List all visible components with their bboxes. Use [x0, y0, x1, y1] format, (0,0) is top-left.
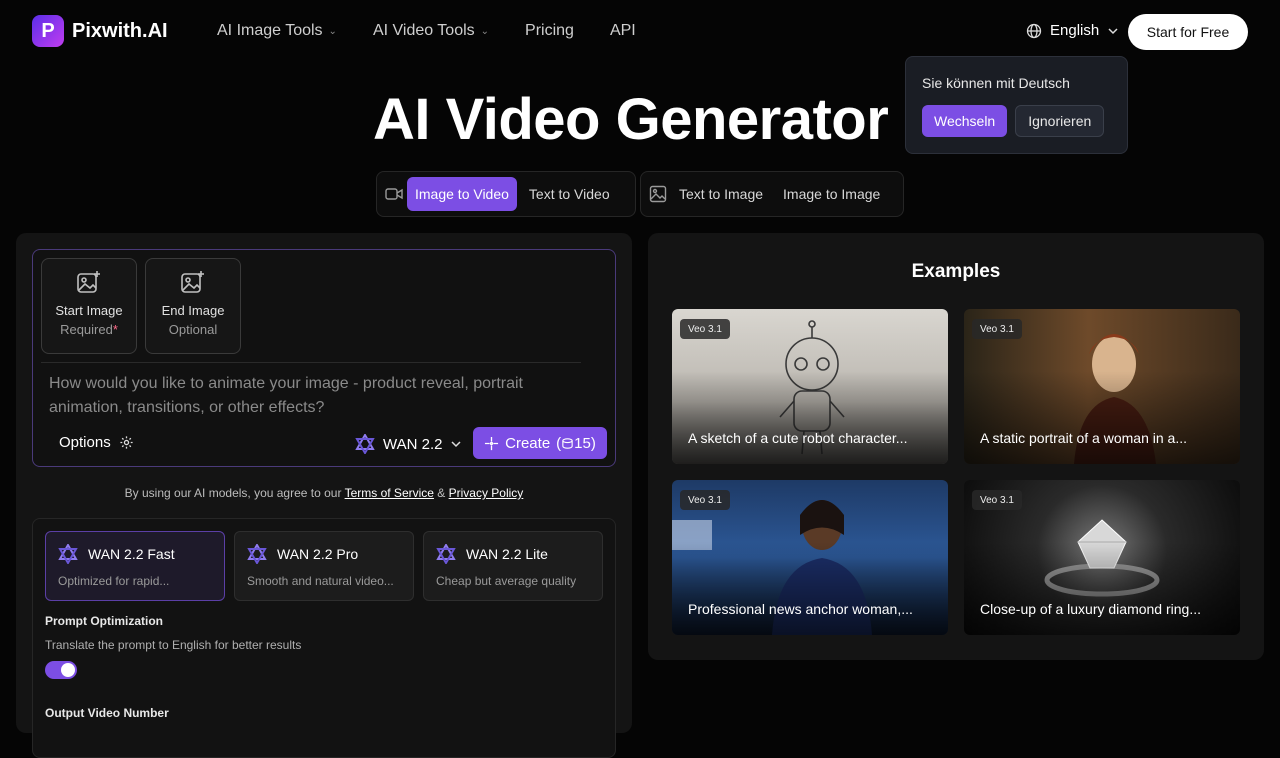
- start-image-title: Start Image: [55, 303, 123, 318]
- image-add-icon: [42, 269, 136, 295]
- privacy-policy-link[interactable]: Privacy Policy: [449, 486, 524, 500]
- example-card[interactable]: Veo 3.1 A static portrait of a woman in …: [964, 309, 1240, 464]
- model-card-wan-lite[interactable]: WAN 2.2 Lite Cheap but average quality: [423, 531, 603, 601]
- popup-message: Sie können mit Deutsch: [922, 75, 1070, 91]
- tab-image-to-image[interactable]: Image to Image: [775, 177, 888, 211]
- divider: [41, 362, 581, 363]
- chevron-down-icon: [451, 441, 461, 448]
- nav-api[interactable]: API: [610, 22, 636, 40]
- terms-notice: By using our AI models, you agree to our…: [124, 486, 524, 500]
- model-badge: Veo 3.1: [972, 319, 1022, 339]
- nav-pricing[interactable]: Pricing: [525, 22, 574, 40]
- tab-text-to-video[interactable]: Text to Video: [521, 177, 618, 211]
- image-shade: [964, 542, 1240, 635]
- ignore-language-button[interactable]: Ignorieren: [1015, 105, 1105, 137]
- brand-name: Pixwith.AI: [72, 19, 168, 42]
- model-badge: Veo 3.1: [680, 490, 730, 510]
- language-label: English: [1050, 22, 1100, 39]
- wan-logo-icon: [58, 544, 78, 564]
- options-button[interactable]: Options: [59, 434, 134, 451]
- start-for-free-button[interactable]: Start for Free: [1128, 14, 1248, 50]
- image-icon: [649, 185, 667, 203]
- gear-icon: [120, 436, 133, 449]
- nav-ai-image-tools[interactable]: AI Image Tools ⌄: [217, 22, 337, 40]
- model-desc: Smooth and natural video...: [247, 574, 394, 588]
- image-mode-tabs: Text to Image Image to Image: [640, 171, 904, 217]
- chevron-down-icon: ⌄: [328, 25, 337, 37]
- coins-icon: [562, 437, 573, 449]
- create-button[interactable]: Create (15): [473, 427, 607, 459]
- image-shade: [672, 542, 948, 635]
- prompt-optimization-title: Prompt Optimization: [45, 614, 163, 628]
- nav-link-label: API: [609, 22, 636, 39]
- prompt-optimization-toggle[interactable]: [45, 661, 77, 679]
- image-add-icon: [146, 269, 240, 295]
- nav-link-label: Pricing: [525, 22, 574, 39]
- model-badge: Veo 3.1: [680, 319, 730, 339]
- start-image-sub: Required*: [60, 322, 118, 337]
- language-selector[interactable]: English: [1026, 22, 1119, 39]
- example-caption: Close-up of a luxury diamond ring...: [980, 601, 1201, 617]
- logo-icon: P: [32, 15, 64, 47]
- tab-image-to-video[interactable]: Image to Video: [407, 177, 517, 211]
- nav-ai-video-tools[interactable]: AI Video Tools ⌄: [373, 22, 489, 40]
- end-image-sub: Optional: [168, 322, 218, 337]
- output-video-number-title: Output Video Number: [45, 706, 169, 720]
- model-badge: Veo 3.1: [972, 490, 1022, 510]
- chevron-down-icon: [1108, 27, 1118, 34]
- prompt-box: Start Image Required* End Image Optional…: [32, 249, 616, 467]
- prompt-optimization-desc: Translate the prompt to English for bett…: [45, 638, 302, 652]
- example-caption: A sketch of a cute robot character...: [688, 430, 908, 446]
- prompt-input[interactable]: How would you like to animate your image…: [49, 372, 569, 420]
- examples-title: Examples: [911, 261, 1001, 282]
- nav-link-label: AI Video Tools: [372, 22, 475, 39]
- model-label: WAN 2.2: [383, 435, 443, 453]
- video-camera-icon: [385, 187, 403, 201]
- sparkle-icon: [485, 436, 499, 450]
- model-options-panel: WAN 2.2 Fast Optimized for rapid... WAN …: [32, 518, 616, 758]
- example-caption: A static portrait of a woman in a...: [980, 430, 1187, 446]
- wan-logo-icon: [436, 544, 456, 564]
- language-popup: Sie können mit Deutsch Wechseln Ignorier…: [905, 56, 1128, 154]
- end-image-title: End Image: [161, 303, 225, 318]
- examples-panel: Examples Veo 3.1 A sketch of a cute robo…: [648, 233, 1264, 660]
- example-card[interactable]: Veo 3.1 Professional news anchor woman,.…: [672, 480, 948, 635]
- wan-logo-icon: [247, 544, 267, 564]
- model-name: WAN 2.2 Fast: [88, 546, 175, 562]
- video-mode-tabs: Image to Video Text to Video: [376, 171, 636, 217]
- model-card-wan-fast[interactable]: WAN 2.2 Fast Optimized for rapid...: [45, 531, 225, 601]
- page-title: AI Video Generator: [373, 87, 889, 152]
- credits-badge: (15): [556, 434, 596, 452]
- image-shade: [964, 371, 1240, 464]
- model-desc: Cheap but average quality: [436, 574, 577, 588]
- nav-link-label: AI Image Tools: [217, 22, 323, 39]
- switch-language-button[interactable]: Wechseln: [922, 105, 1008, 137]
- wan-logo-icon: [355, 434, 375, 454]
- nav-links: AI Image Tools ⌄ AI Video Tools ⌄ Pricing …: [217, 22, 672, 40]
- top-nav: P Pixwith.AI AI Image Tools ⌄ AI Video To…: [0, 0, 1280, 64]
- image-shade: [672, 371, 948, 464]
- example-card[interactable]: Veo 3.1 A sketch of a cute robot charact…: [672, 309, 948, 464]
- example-card[interactable]: Veo 3.1 Close-up of a luxury diamond rin…: [964, 480, 1240, 635]
- start-image-upload[interactable]: Start Image Required*: [41, 258, 137, 354]
- globe-icon: [1026, 23, 1042, 38]
- example-caption: Professional news anchor woman,...: [688, 601, 913, 617]
- end-image-upload[interactable]: End Image Optional: [145, 258, 241, 354]
- model-name: WAN 2.2 Lite: [466, 546, 548, 562]
- chevron-down-icon: ⌄: [480, 25, 490, 37]
- tab-text-to-image[interactable]: Text to Image: [671, 177, 771, 211]
- options-label: Options: [59, 434, 111, 451]
- brand-logo[interactable]: P Pixwith.AI: [32, 15, 168, 47]
- terms-of-service-link[interactable]: Terms of Service: [345, 486, 434, 500]
- create-label: Create: [505, 434, 551, 452]
- model-desc: Optimized for rapid...: [58, 574, 170, 588]
- model-selector[interactable]: WAN 2.2: [355, 434, 462, 454]
- model-name: WAN 2.2 Pro: [277, 546, 359, 562]
- generator-panel: Start Image Required* End Image Optional…: [16, 233, 632, 758]
- model-card-wan-pro[interactable]: WAN 2.2 Pro Smooth and natural video...: [234, 531, 414, 601]
